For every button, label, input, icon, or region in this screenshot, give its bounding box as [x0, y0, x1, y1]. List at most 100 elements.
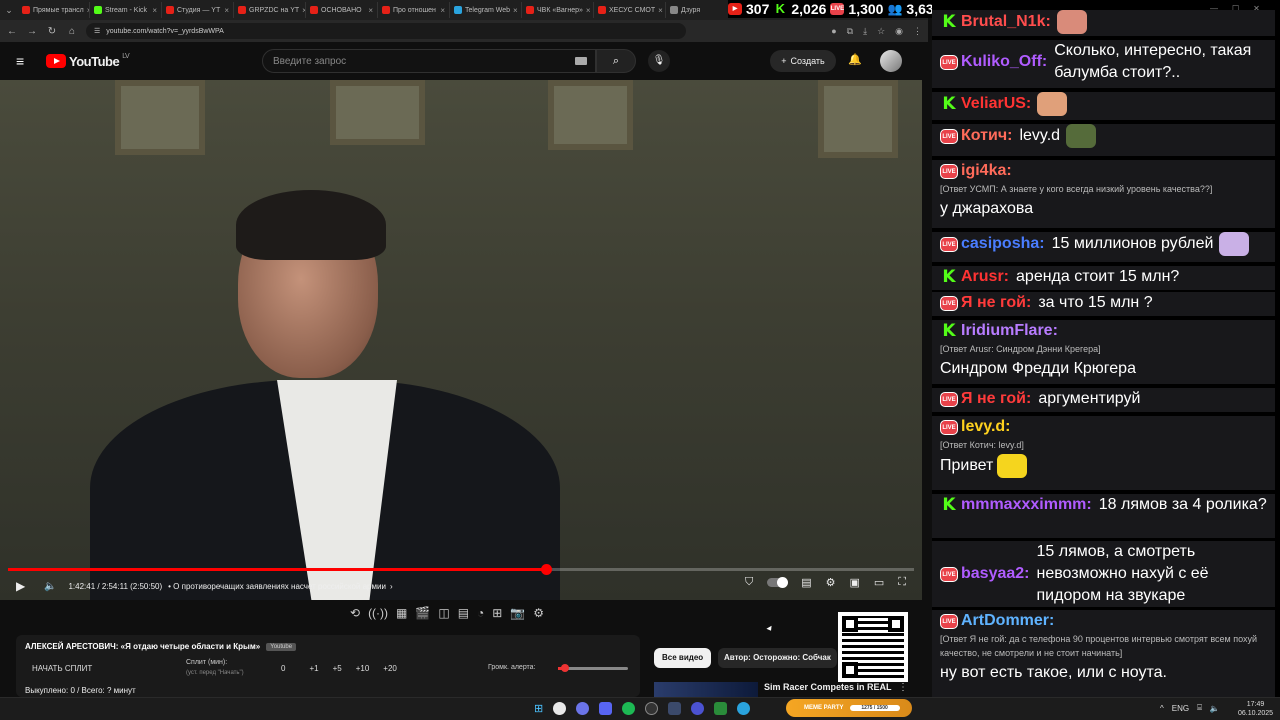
play-icon[interactable]: ▶ — [16, 579, 28, 593]
subtitles-icon[interactable]: ▤ — [801, 576, 811, 589]
fullscreen-icon[interactable]: ⛶ — [898, 576, 906, 589]
chat-username[interactable]: Я не гой: — [961, 292, 1031, 314]
chapter-title[interactable]: • О противоречащих заявлениях насчет рос… — [168, 582, 386, 591]
browser-tab[interactable]: ХЕСУС СМОТ × — [594, 2, 666, 18]
browser-tab[interactable]: Студия — YT × — [162, 2, 234, 18]
chat-username[interactable]: casiposha: — [961, 233, 1045, 255]
browser-tab[interactable]: ОСНОВАНО × — [306, 2, 378, 18]
app-icon[interactable] — [691, 702, 705, 715]
puzzle-icon[interactable]: ⧉ — [847, 26, 853, 37]
meme-party-widget[interactable]: MEME PARTY 1275 / 1500 — [786, 699, 912, 717]
back-icon[interactable]: ← — [6, 26, 18, 37]
start-split-button[interactable]: НАЧАТЬ СПЛИТ — [32, 664, 92, 673]
settings-gear-icon[interactable]: ⚙ — [826, 576, 836, 589]
chip-author[interactable]: Автор: Осторожно: Собчак — [718, 648, 837, 668]
chat-username[interactable]: Я не гой: — [961, 388, 1031, 410]
notifications-bell-icon[interactable]: 🔔 — [848, 53, 862, 66]
steam-icon[interactable] — [668, 702, 682, 715]
microphone-icon[interactable]: 🎙 — [648, 50, 670, 72]
crop-icon[interactable]: ◫ — [438, 606, 449, 626]
chevron-right-icon[interactable]: › — [390, 582, 393, 591]
shield-icon[interactable]: ⛉ — [745, 576, 753, 589]
system-clock[interactable]: 17:49 06.10.2025 — [1238, 700, 1273, 718]
clapper-icon[interactable]: 🎬 — [415, 606, 430, 626]
telegram-icon[interactable] — [737, 702, 751, 715]
profile-icon[interactable]: ◉ — [895, 26, 903, 37]
chat-username[interactable]: Arusr: — [961, 266, 1009, 288]
screenshot-icon[interactable]: ▦ — [396, 606, 407, 626]
recommended-thumbnail[interactable] — [654, 682, 758, 698]
loop-icon[interactable]: ⟲ — [350, 606, 360, 626]
forward-icon[interactable]: → — [26, 26, 38, 37]
discord-icon[interactable] — [599, 702, 613, 715]
youtube-logo[interactable]: YouTube LV — [46, 53, 130, 69]
tab-close-icon[interactable]: × — [586, 6, 591, 15]
tab-search-icon[interactable]: ⌄ — [0, 5, 18, 16]
split-step-button[interactable]: +10 — [356, 664, 370, 673]
browser-tab[interactable]: GRPZDC на YT× — [234, 2, 306, 18]
hamburger-menu-icon[interactable]: ≡ — [16, 53, 32, 69]
chrome-icon[interactable] — [553, 702, 567, 715]
menu-icon[interactable]: ⋮ — [913, 26, 922, 37]
split-step-button[interactable]: 0 — [281, 664, 285, 673]
chat-username[interactable]: Brutal_N1k: — [961, 11, 1051, 33]
search-input[interactable]: Введите запрос — [262, 49, 596, 73]
browser-tab[interactable]: ЧВК «Вагнер» × — [522, 2, 594, 18]
speed-icon[interactable]: ◔ — [477, 606, 484, 626]
site-info-icon[interactable]: ☰ — [94, 27, 100, 35]
video-player[interactable] — [0, 80, 922, 600]
obs-icon[interactable] — [645, 702, 659, 715]
extension-icon[interactable]: ● — [831, 26, 836, 37]
chat-username[interactable]: Kuliko_Off: — [961, 51, 1047, 73]
theater-mode-icon[interactable]: ▭ — [874, 576, 884, 589]
split-step-button[interactable]: +20 — [383, 664, 397, 673]
reload-icon[interactable]: ↻ — [46, 26, 58, 37]
keyboard-icon[interactable] — [575, 57, 587, 65]
download-icon[interactable]: ⤓ — [863, 26, 867, 37]
url-field[interactable]: ☰ youtube.com/watch?v=_yyrdsBwWPA — [86, 23, 686, 39]
autoplay-toggle[interactable] — [767, 577, 789, 588]
chat-username[interactable]: mmmaxxximmm: — [961, 494, 1092, 516]
chat-username[interactable]: igi4ka: — [961, 160, 1012, 182]
chat-username[interactable]: levy.d: — [961, 416, 1011, 438]
tab-close-icon[interactable]: × — [224, 6, 229, 15]
chat-username[interactable]: VeliarUS: — [961, 93, 1031, 115]
miniplayer-icon[interactable]: ▣ — [849, 576, 859, 589]
tab-close-icon[interactable]: × — [658, 6, 663, 15]
spotify-icon[interactable] — [622, 702, 636, 715]
frames-icon[interactable]: ▤ — [458, 606, 469, 626]
app-icon[interactable] — [576, 702, 590, 715]
video-progress-bar[interactable] — [8, 564, 914, 575]
speaker-icon[interactable]: 🔈 — [1210, 704, 1220, 713]
gear-icon[interactable]: ⚙ — [533, 606, 544, 626]
split-step-button[interactable]: +5 — [333, 664, 342, 673]
split-step-button[interactable]: +1 — [309, 664, 318, 673]
tray-chevron-icon[interactable]: ^ — [1160, 704, 1164, 713]
language-indicator[interactable]: ENG — [1172, 704, 1189, 713]
browser-tab[interactable]: Telegram Web × — [450, 2, 522, 18]
browser-tab[interactable]: Stream - Kick × — [90, 2, 162, 18]
create-button[interactable]: + Создать — [770, 50, 836, 72]
chat-username[interactable]: Котич: — [961, 125, 1012, 147]
app-icon[interactable] — [714, 702, 728, 715]
bookmarks-icon[interactable]: ☆ — [877, 26, 885, 37]
recommended-title[interactable]: Sim Racer Competes in REAL — [764, 682, 892, 692]
chip-all-videos[interactable]: Все видео — [654, 648, 712, 668]
camera-icon[interactable]: 📷 — [510, 606, 525, 626]
tab-close-icon[interactable]: × — [440, 6, 445, 15]
tab-close-icon[interactable]: × — [513, 6, 518, 15]
add-icon[interactable]: ⊞ — [492, 606, 502, 626]
tab-close-icon[interactable]: × — [368, 6, 373, 15]
audio-icon[interactable]: ((·)) — [368, 606, 388, 626]
slider-knob[interactable] — [561, 664, 569, 672]
browser-tab[interactable]: Про отношен × — [378, 2, 450, 18]
avatar[interactable] — [880, 50, 902, 72]
chat-username[interactable]: basyaa2: — [961, 563, 1030, 585]
volume-icon[interactable]: 🔈 — [44, 581, 56, 592]
network-icon[interactable]: ⌸ — [1197, 703, 1202, 713]
browser-tab[interactable]: Прямые трансл× — [18, 2, 90, 18]
search-button[interactable]: ⌕ — [596, 49, 636, 73]
tab-close-icon[interactable]: × — [152, 6, 157, 15]
start-icon[interactable]: ⊞ — [534, 702, 543, 715]
more-options-icon[interactable]: ⋮ — [898, 682, 908, 693]
